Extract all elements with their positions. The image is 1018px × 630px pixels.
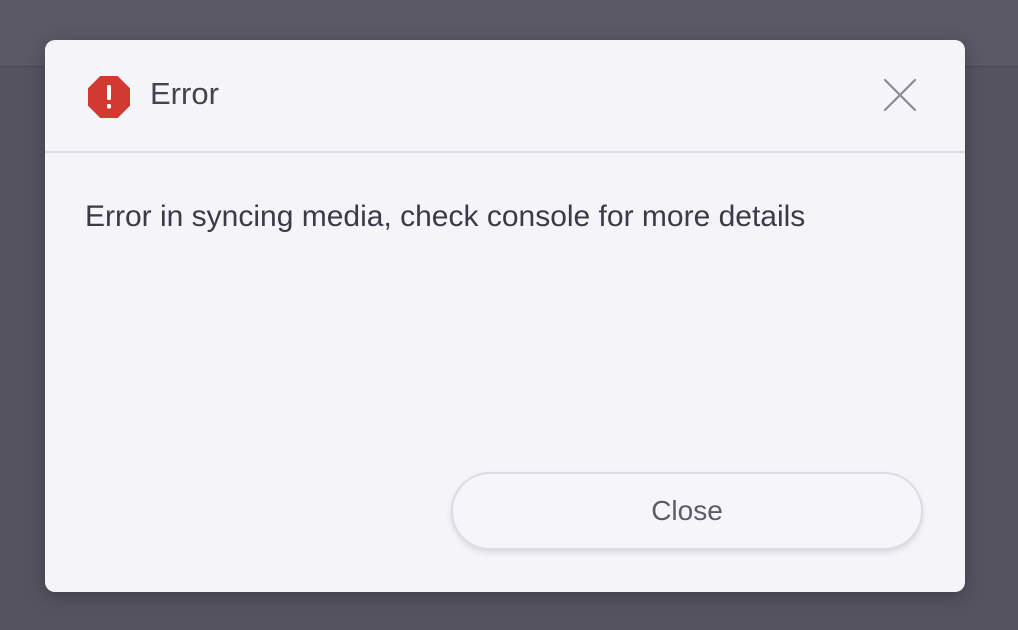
close-icon[interactable] — [881, 76, 919, 114]
error-dialog: Error Error in syncing media, check cons… — [45, 40, 965, 592]
dialog-header: Error — [45, 40, 965, 153]
close-button[interactable]: Close — [451, 472, 923, 550]
dialog-title: Error — [150, 76, 219, 111]
error-icon — [88, 76, 130, 118]
dialog-message: Error in syncing media, check console fo… — [85, 200, 806, 233]
